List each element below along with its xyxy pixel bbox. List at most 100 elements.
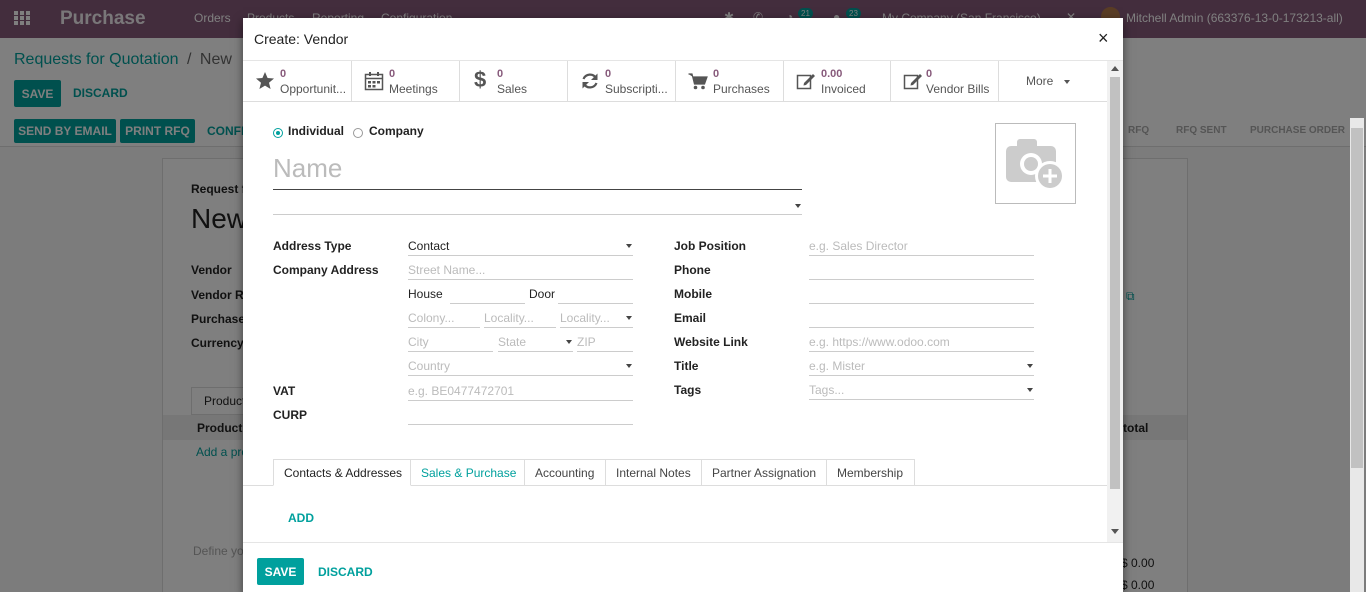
tab-contacts-addresses[interactable]: Contacts & Addresses [273, 459, 411, 486]
job-position-label: Job Position [674, 239, 746, 253]
subscriptions-button[interactable]: 0 Subscripti... [568, 61, 676, 101]
state-placeholder: State [498, 335, 527, 349]
close-icon[interactable]: × [1098, 28, 1109, 49]
company-radio[interactable] [353, 128, 363, 138]
company-label[interactable]: Company [369, 124, 424, 138]
mobile-label: Mobile [674, 287, 712, 301]
phone-label: Phone [674, 263, 711, 277]
discard-button[interactable]: DISCARD [318, 565, 373, 579]
meetings-button[interactable]: 0 Meetings [352, 61, 460, 101]
door-input[interactable] [558, 284, 633, 304]
scroll-down-icon[interactable] [1111, 529, 1119, 534]
address-type-label: Address Type [273, 239, 352, 253]
vendor-bills-button[interactable]: 0 Vendor Bills [891, 61, 999, 101]
caret-down-icon [795, 204, 801, 208]
title-select[interactable]: e.g. Mister [809, 356, 1034, 376]
address-type-select[interactable]: Contact [408, 236, 633, 256]
house-label: House [408, 287, 443, 301]
purchases-label: Purchases [713, 82, 770, 96]
country-select[interactable]: Country [408, 356, 633, 376]
name-input[interactable]: Name [273, 151, 802, 190]
individual-radio[interactable] [273, 128, 283, 138]
locality-select[interactable]: Locality... [560, 308, 633, 328]
individual-label[interactable]: Individual [288, 124, 344, 138]
vat-label: VAT [273, 384, 296, 398]
state-select[interactable]: State [498, 332, 573, 352]
more-button[interactable]: More [999, 61, 1107, 101]
add-contact-button[interactable]: ADD [288, 511, 314, 525]
purchases-button[interactable]: 0 Purchases [676, 61, 784, 101]
house-input[interactable] [450, 284, 525, 304]
invoiced-label: Invoiced [821, 82, 866, 96]
opportunities-label: Opportunit... [280, 82, 347, 96]
caret-down-icon [626, 316, 632, 320]
door-label: Door [529, 287, 556, 301]
subscriptions-label: Subscripti... [605, 82, 668, 96]
curp-label: CURP [273, 408, 308, 422]
email-input[interactable] [809, 308, 1034, 328]
country-placeholder: Country [408, 359, 451, 373]
modal-header: Create: Vendor × [243, 18, 1123, 61]
city-input[interactable]: City [408, 332, 493, 352]
cart-icon [688, 71, 708, 91]
zip-input[interactable]: ZIP [577, 332, 633, 352]
job-position-input[interactable]: e.g. Sales Director [809, 236, 1034, 256]
vendor-bills-count: 0 [926, 68, 933, 80]
modal-body: Individual Company Name Address Type Con… [243, 103, 1107, 543]
caret-down-icon [1027, 364, 1033, 368]
caret-down-icon [1064, 80, 1070, 84]
sales-count: 0 [497, 68, 504, 80]
tab-sales-purchase[interactable]: Sales & Purchase [411, 459, 525, 486]
opportunities-button[interactable]: 0 Opportunit... [243, 61, 352, 101]
meetings-label: Meetings [389, 82, 438, 96]
more-label: More [1026, 74, 1054, 88]
tags-select[interactable]: Tags... [809, 380, 1034, 400]
vendor-bills-label: Vendor Bills [926, 82, 990, 96]
save-button[interactable]: SAVE [257, 558, 304, 585]
modal-scrollbar[interactable] [1107, 61, 1123, 543]
caret-down-icon [626, 364, 632, 368]
tags-label: Tags [674, 383, 702, 397]
locality-input[interactable]: Locality... [484, 308, 556, 328]
camera-plus-icon [1006, 139, 1065, 191]
invoiced-button[interactable]: 0.00 Invoiced [784, 61, 891, 101]
refresh-icon [580, 71, 600, 91]
website-input[interactable]: e.g. https://www.odoo.com [809, 332, 1034, 352]
company-address-label: Company Address [273, 263, 379, 277]
edit-icon [796, 71, 816, 91]
address-type-value: Contact [408, 239, 450, 253]
invoiced-amount: 0.00 [821, 68, 843, 80]
opportunities-count: 0 [280, 68, 287, 80]
mobile-input[interactable] [809, 284, 1034, 304]
caret-down-icon [566, 340, 572, 344]
page-scrollbar[interactable] [1350, 118, 1364, 592]
smart-buttons-bar: 0 Opportunit... 0 Meetings $ 0 Sales 0 S… [243, 61, 1107, 102]
sales-label: Sales [497, 82, 528, 96]
phone-input[interactable] [809, 260, 1034, 280]
image-upload[interactable] [995, 123, 1076, 204]
edit-icon [903, 71, 923, 91]
website-label: Website Link [674, 335, 748, 349]
dollar-icon: $ [474, 67, 487, 92]
email-label: Email [674, 311, 707, 325]
street-input[interactable]: Street Name... [408, 260, 633, 280]
tab-accounting[interactable]: Accounting [525, 459, 606, 486]
sales-button[interactable]: $ 0 Sales [460, 61, 568, 101]
vat-input[interactable]: e.g. BE0477472701 [408, 381, 633, 401]
company-select[interactable] [273, 196, 802, 215]
star-icon [255, 71, 275, 91]
tab-membership[interactable]: Membership [827, 459, 915, 486]
tab-internal-notes[interactable]: Internal Notes [606, 459, 702, 486]
scroll-up-icon[interactable] [1111, 66, 1119, 71]
colony-input[interactable]: Colony... [408, 308, 480, 328]
purchases-count: 0 [713, 68, 720, 80]
subscriptions-count: 0 [605, 68, 612, 80]
caret-down-icon [626, 244, 632, 248]
calendar-icon [364, 71, 384, 91]
modal-footer: SAVE DISCARD [243, 542, 1123, 592]
modal-title: Create: Vendor [254, 31, 349, 47]
tab-partner-assignation[interactable]: Partner Assignation [702, 459, 827, 486]
curp-input[interactable] [408, 405, 633, 425]
meetings-count: 0 [389, 68, 396, 80]
tags-placeholder: Tags... [809, 383, 845, 397]
